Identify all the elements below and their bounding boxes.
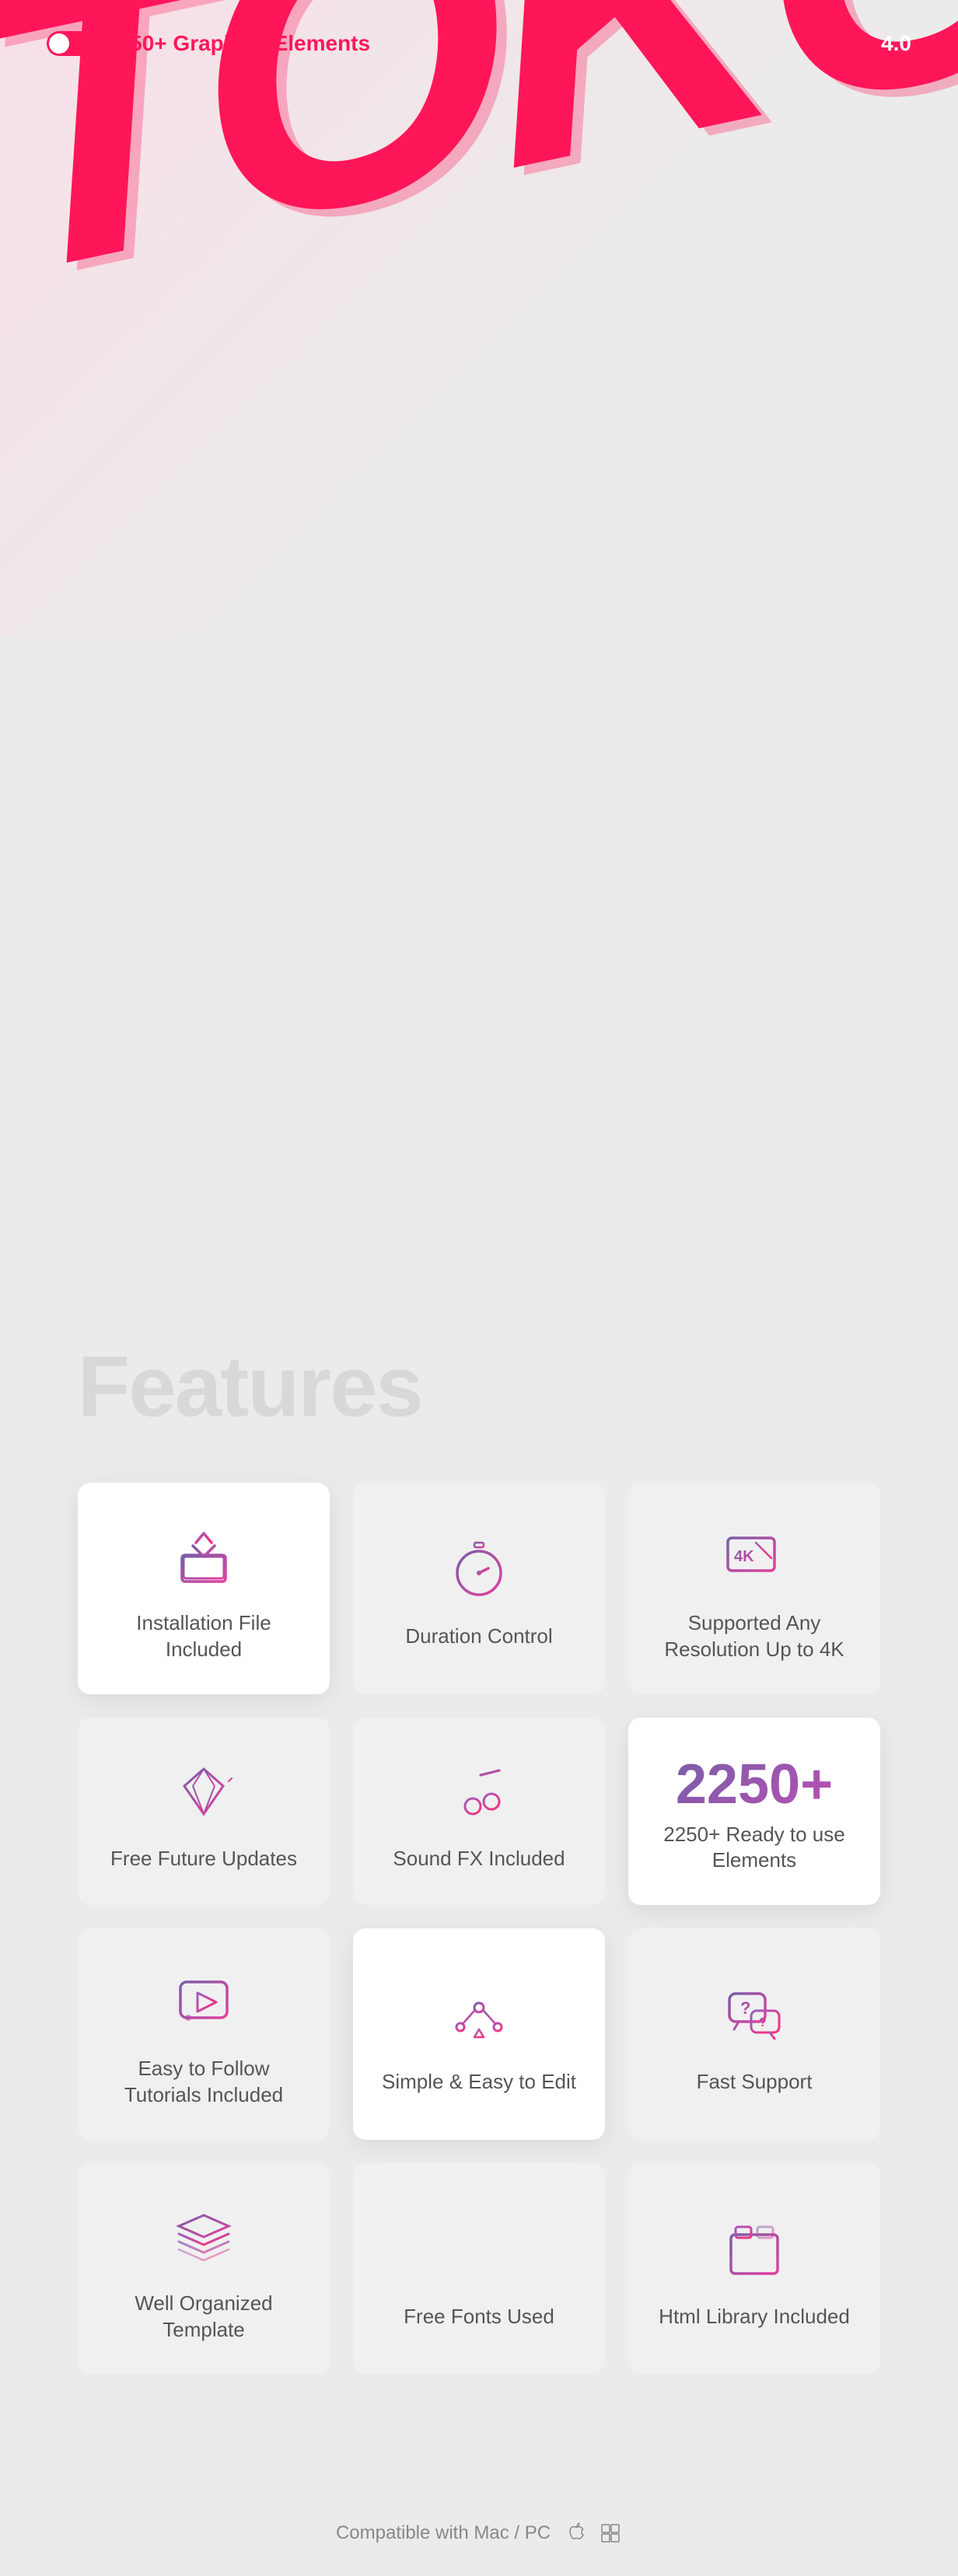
feature-grid-row3: Easy to Follow Tutorials Included xyxy=(78,1928,880,2140)
feature-label-sound: Sound FX Included xyxy=(393,1846,565,1872)
html-icon xyxy=(719,2215,789,2285)
svg-text:?: ? xyxy=(740,1998,750,2018)
svg-text:4K: 4K xyxy=(734,1548,754,1565)
feature-card-future: Free Future Updates xyxy=(78,1718,330,1906)
features-heading: Features xyxy=(78,1337,880,1436)
footer-bar: Compatible with Mac / PC xyxy=(0,2490,958,2576)
version-label: 4.0 xyxy=(881,31,911,56)
feature-card-edit: Simple & Easy to Edit xyxy=(353,1928,605,2140)
toggle-label: 2250+ Graphics Elements xyxy=(106,31,370,56)
fonts-icon xyxy=(444,2215,514,2285)
feature-card-duration: Duration Control xyxy=(353,1483,605,1694)
toggle-switch[interactable] xyxy=(47,31,93,56)
feature-label-edit: Simple & Easy to Edit xyxy=(382,2069,576,2095)
feature-label-resolution: Supported Any Resolution Up to 4K xyxy=(652,1610,857,1663)
resolution-icon: 4K xyxy=(719,1522,789,1592)
toggle-area[interactable]: 2250+ Graphics Elements xyxy=(47,31,370,56)
feature-label-future: Free Future Updates xyxy=(110,1846,297,1872)
feature-card-organized: Well Organized Template xyxy=(78,2163,330,2375)
windows-icon xyxy=(599,2522,622,2545)
feature-grid-row2: Free Future Updates Sound FX Included 22… xyxy=(78,1718,880,1906)
sound-icon xyxy=(444,1757,514,1827)
elements-number: 2250+ xyxy=(676,1756,833,1812)
feature-card-fonts: Free Fonts Used xyxy=(353,2163,605,2375)
feature-label-duration: Duration Control xyxy=(405,1624,552,1650)
duration-icon xyxy=(444,1535,514,1605)
feature-card-html: Html Library Included xyxy=(628,2163,880,2375)
feature-card-tutorials: Easy to Follow Tutorials Included xyxy=(78,1928,330,2140)
installation-icon xyxy=(169,1522,239,1592)
feature-card-support: ? ? Fast Support xyxy=(628,1928,880,2140)
footer-compatible-text: Compatible with Mac / PC xyxy=(336,2522,551,2544)
feature-grid-row4: Well Organized Template Free Fonts Used xyxy=(78,2163,880,2375)
feature-label-support: Fast Support xyxy=(697,2069,813,2095)
feature-label-organized: Well Organized Template xyxy=(101,2291,306,2344)
future-icon xyxy=(169,1757,239,1827)
hero-section: TOKO xyxy=(0,0,958,638)
organized-icon xyxy=(169,2202,239,2272)
platform-icons xyxy=(566,2522,622,2545)
header-bar: 2250+ Graphics Elements 4.0 xyxy=(0,0,958,87)
feature-card-elements: 2250+ 2250+ Ready to use Elements xyxy=(628,1718,880,1906)
feature-label-tutorials: Easy to Follow Tutorials Included xyxy=(101,2056,306,2109)
feature-card-sound: Sound FX Included xyxy=(353,1718,605,1906)
feature-label-installation: Installation File Included xyxy=(101,1610,306,1663)
tutorials-icon xyxy=(169,1967,239,2037)
feature-label-elements: 2250+ Ready to use Elements xyxy=(652,1822,857,1875)
edit-icon xyxy=(444,1980,514,2050)
svg-text:?: ? xyxy=(759,2016,767,2029)
feature-grid-row1: Installation File Included xyxy=(78,1483,880,1694)
support-icon: ? ? xyxy=(719,1980,789,2050)
apple-icon xyxy=(566,2522,589,2545)
feature-label-html: Html Library Included xyxy=(659,2304,850,2330)
feature-card-resolution: 4K Supported Any Resolution Up to 4K xyxy=(628,1483,880,1694)
feature-label-fonts: Free Fonts Used xyxy=(404,2304,554,2330)
feature-card-installation: Installation File Included xyxy=(78,1483,330,1694)
features-section: Features Installation File Included xyxy=(0,1275,958,2490)
